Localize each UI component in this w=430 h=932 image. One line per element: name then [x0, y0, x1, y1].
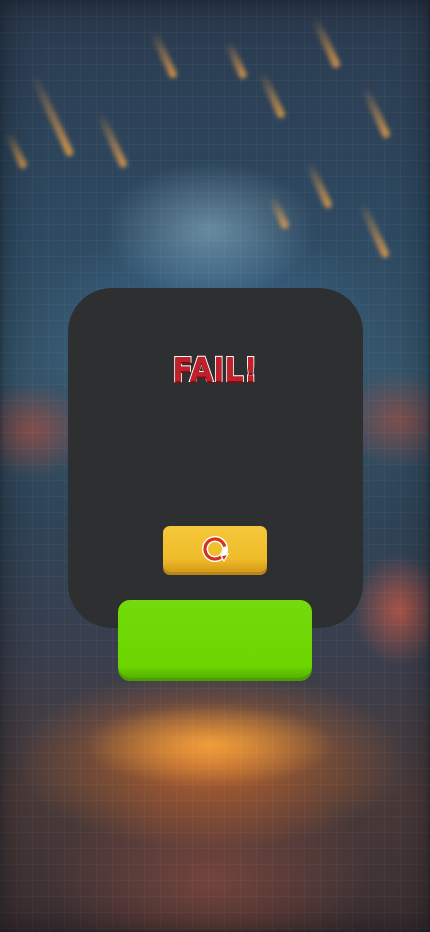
continue-button[interactable]	[118, 600, 312, 678]
replay-button[interactable]	[163, 526, 267, 572]
result-panel	[68, 288, 363, 628]
replay-icon	[202, 536, 230, 563]
game-screen: FAIL!	[0, 0, 430, 932]
result-title: FAIL!	[171, 349, 258, 390]
